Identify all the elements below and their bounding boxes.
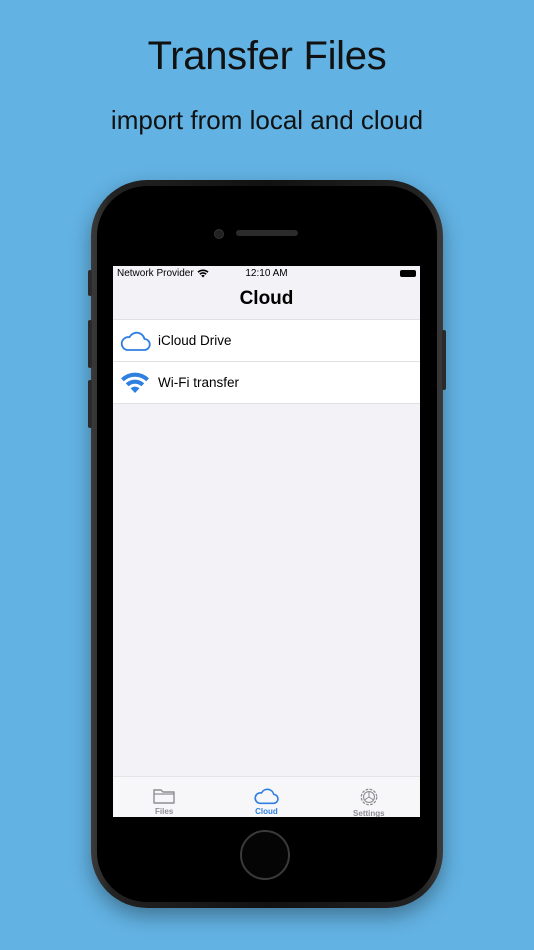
tab-files[interactable]: Files [113, 777, 215, 817]
promo-subtitle: import from local and cloud [110, 105, 424, 135]
folder-icon [153, 789, 175, 804]
tab-label: Files [155, 807, 174, 816]
list-item-label: iCloud Drive [158, 333, 232, 348]
list-item-label: Wi-Fi transfer [158, 375, 239, 390]
power-button [442, 330, 446, 390]
volume-up-button [88, 320, 92, 368]
earpiece-speaker [236, 230, 298, 236]
promo-title: Transfer Files [147, 34, 387, 78]
mute-switch [88, 270, 92, 296]
list-item-icloud-drive[interactable]: iCloud Drive [113, 320, 420, 361]
tab-settings[interactable]: Settings [318, 777, 420, 817]
app-screen: Network Provider 12:10 AM Cloud iCloud D… [113, 266, 420, 817]
wifi-icon [121, 372, 149, 393]
tab-cloud[interactable]: Cloud [215, 777, 317, 817]
cloud-source-list: iCloud Drive Wi-Fi transfer [113, 319, 420, 404]
battery-icon [400, 270, 416, 277]
gear-icon [360, 788, 378, 806]
tab-label: Settings [353, 809, 385, 817]
tab-label: Cloud [255, 807, 278, 816]
nav-title: Cloud [239, 288, 294, 309]
status-time: 12:10 AM [245, 268, 288, 279]
home-button[interactable] [240, 830, 290, 880]
volume-down-button [88, 380, 92, 428]
tab-bar: Files Cloud Settings [113, 776, 420, 817]
list-item-wifi-transfer[interactable]: Wi-Fi transfer [113, 361, 420, 403]
status-bar: Network Provider 12:10 AM [113, 266, 420, 282]
front-camera [214, 229, 224, 239]
cloud-icon [120, 331, 151, 351]
cloud-icon [254, 788, 280, 805]
